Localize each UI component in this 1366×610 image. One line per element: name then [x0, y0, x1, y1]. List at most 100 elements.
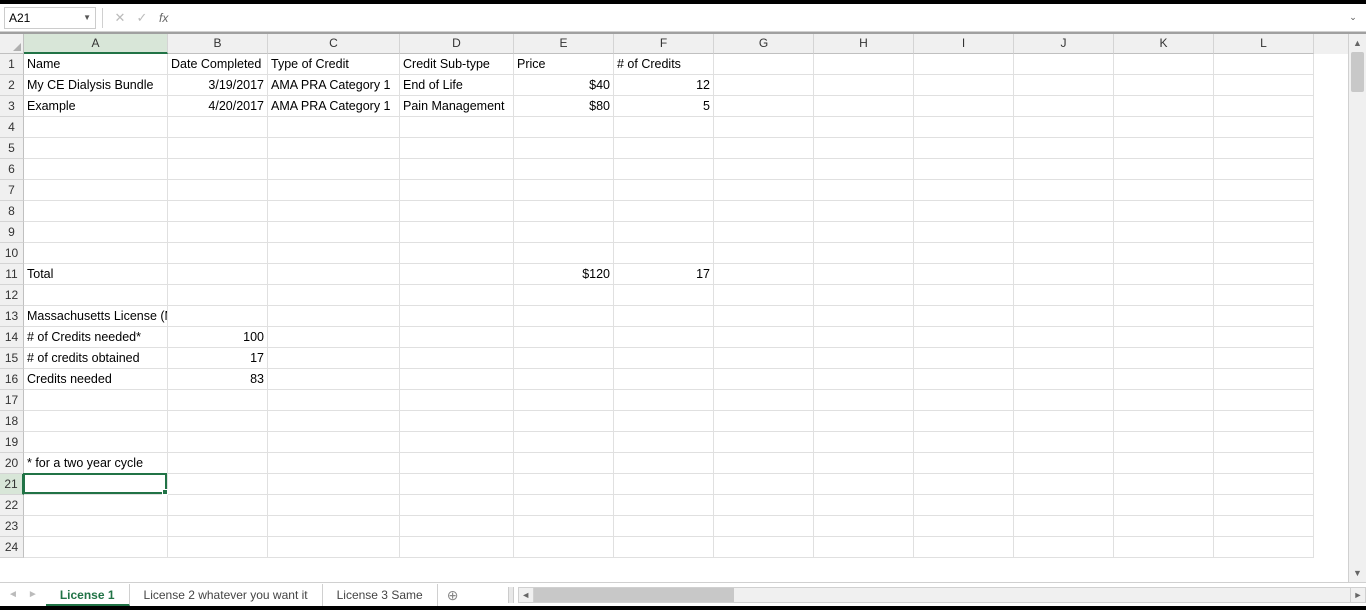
cell[interactable]: Credit Sub-type [400, 54, 514, 75]
cell[interactable] [914, 243, 1014, 264]
cell[interactable]: 83 [168, 369, 268, 390]
cell[interactable] [168, 243, 268, 264]
vertical-scrollbar[interactable]: ▲ ▼ [1348, 34, 1366, 582]
cell[interactable] [1014, 516, 1114, 537]
cell[interactable] [1014, 411, 1114, 432]
cell[interactable] [814, 138, 914, 159]
expand-formula-bar-icon[interactable]: ⌄ [1344, 12, 1362, 23]
hscroll-splitter[interactable] [508, 587, 514, 603]
cell[interactable]: 5 [614, 96, 714, 117]
cell[interactable] [24, 411, 168, 432]
cell[interactable] [914, 432, 1014, 453]
cell[interactable]: $120 [514, 264, 614, 285]
cell[interactable] [1114, 180, 1214, 201]
cell[interactable] [268, 495, 400, 516]
cell[interactable] [1114, 348, 1214, 369]
cell[interactable] [400, 537, 514, 558]
cell[interactable] [714, 117, 814, 138]
cell[interactable] [268, 117, 400, 138]
cell[interactable] [168, 474, 268, 495]
cell[interactable] [268, 264, 400, 285]
cell[interactable] [1214, 348, 1314, 369]
cell[interactable] [168, 390, 268, 411]
cell[interactable] [1014, 264, 1114, 285]
cell[interactable] [1214, 537, 1314, 558]
cell[interactable] [24, 117, 168, 138]
cell[interactable] [914, 159, 1014, 180]
cell[interactable] [614, 516, 714, 537]
cell[interactable] [614, 285, 714, 306]
cell[interactable] [1114, 138, 1214, 159]
cell[interactable]: End of Life [400, 75, 514, 96]
cell[interactable] [1114, 495, 1214, 516]
cell[interactable] [914, 264, 1014, 285]
cell[interactable] [268, 285, 400, 306]
cell[interactable] [614, 222, 714, 243]
cell[interactable] [514, 159, 614, 180]
horizontal-scrollbar[interactable]: ◄ ► [508, 587, 1366, 603]
row-header[interactable]: 3 [0, 96, 24, 117]
cell[interactable] [814, 54, 914, 75]
cell[interactable] [814, 453, 914, 474]
cell[interactable] [168, 201, 268, 222]
cell[interactable] [814, 432, 914, 453]
row-header[interactable]: 6 [0, 159, 24, 180]
cell[interactable] [514, 180, 614, 201]
cell[interactable] [1114, 96, 1214, 117]
cell[interactable] [714, 495, 814, 516]
add-sheet-button[interactable]: ⊕ [438, 584, 468, 606]
cell[interactable] [400, 138, 514, 159]
row-header[interactable]: 5 [0, 138, 24, 159]
cell[interactable]: # of Credits [614, 54, 714, 75]
formula-input[interactable] [174, 7, 1344, 29]
cell[interactable] [168, 222, 268, 243]
cell[interactable] [1014, 327, 1114, 348]
cell[interactable]: # of Credits needed* [24, 327, 168, 348]
cell[interactable] [1214, 222, 1314, 243]
cell[interactable]: Price [514, 54, 614, 75]
cell[interactable] [400, 453, 514, 474]
column-header-g[interactable]: G [714, 34, 814, 54]
cell[interactable] [714, 285, 814, 306]
cell[interactable] [614, 369, 714, 390]
cell[interactable] [24, 222, 168, 243]
cell[interactable] [1014, 75, 1114, 96]
cell[interactable]: Total [24, 264, 168, 285]
cell[interactable] [1214, 159, 1314, 180]
scroll-up-icon[interactable]: ▲ [1349, 34, 1366, 52]
cell[interactable]: Pain Management [400, 96, 514, 117]
cell[interactable] [814, 474, 914, 495]
cell[interactable] [400, 369, 514, 390]
cell[interactable] [1114, 243, 1214, 264]
cell[interactable] [914, 495, 1014, 516]
cell[interactable] [914, 516, 1014, 537]
cell[interactable] [400, 243, 514, 264]
cell[interactable] [268, 222, 400, 243]
fx-icon[interactable]: fx [153, 11, 174, 25]
cell[interactable] [714, 411, 814, 432]
column-header-h[interactable]: H [814, 34, 914, 54]
hscroll-thumb[interactable] [534, 588, 734, 602]
cell[interactable] [714, 180, 814, 201]
column-header-l[interactable]: L [1214, 34, 1314, 54]
row-header[interactable]: 8 [0, 201, 24, 222]
cell[interactable]: $40 [514, 75, 614, 96]
cell[interactable] [1114, 54, 1214, 75]
cell[interactable] [1014, 348, 1114, 369]
cell[interactable] [24, 285, 168, 306]
cell[interactable] [1114, 516, 1214, 537]
cell[interactable] [1014, 474, 1114, 495]
scroll-left-icon[interactable]: ◄ [518, 587, 534, 603]
cell[interactable] [168, 432, 268, 453]
cell[interactable] [24, 180, 168, 201]
cell[interactable] [1114, 75, 1214, 96]
cell[interactable] [1114, 537, 1214, 558]
cell[interactable] [1114, 453, 1214, 474]
cell[interactable] [714, 516, 814, 537]
row-header[interactable]: 7 [0, 180, 24, 201]
cell[interactable]: 17 [168, 348, 268, 369]
row-header[interactable]: 19 [0, 432, 24, 453]
cell[interactable] [514, 432, 614, 453]
cell[interactable] [1014, 390, 1114, 411]
cell[interactable] [514, 117, 614, 138]
